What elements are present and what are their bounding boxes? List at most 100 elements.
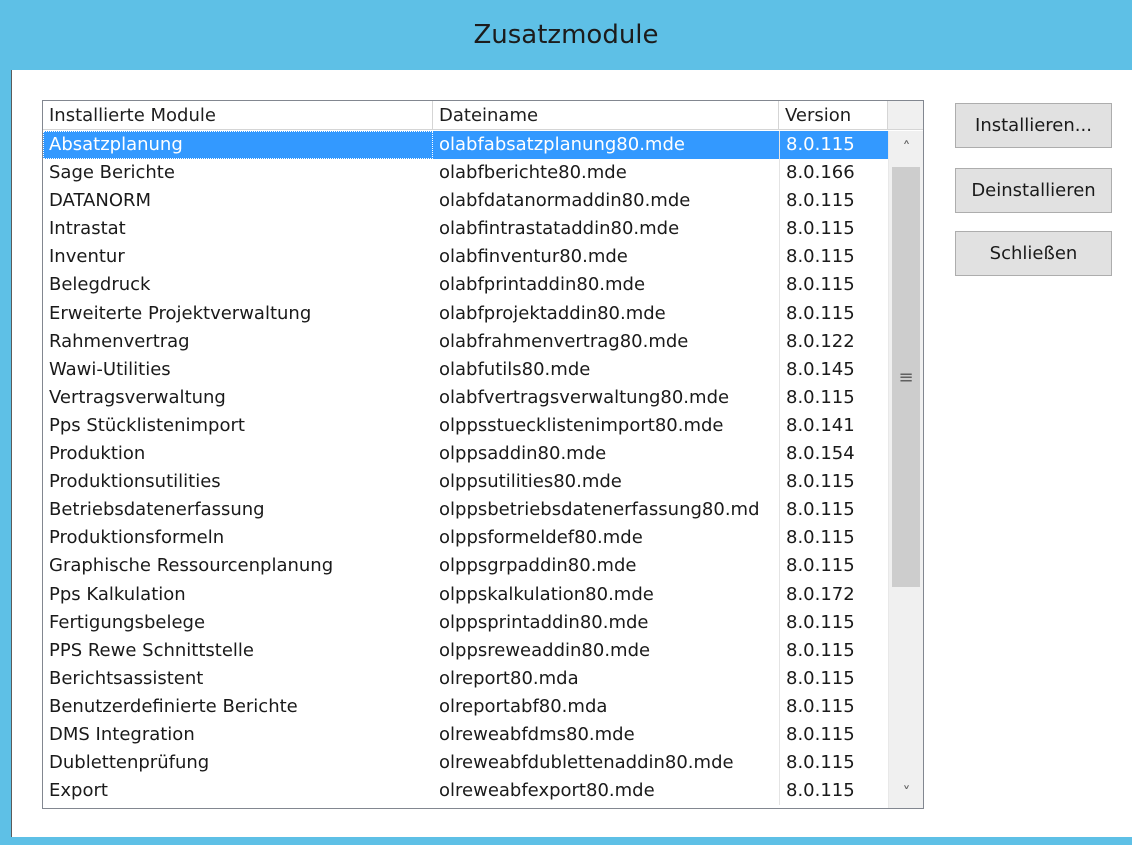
version-cell: 8.0.172 <box>779 580 888 609</box>
table-row[interactable]: Fertigungsbelege olppsprintaddin80.mde 8.0… <box>43 608 888 637</box>
module-name-cell: Pps Kalkulation <box>49 583 186 605</box>
table-row[interactable]: DATANORM olabfdatanormaddin80.mde 8.0.115 <box>43 187 888 216</box>
module-name-cell: Pps Stücklistenimport <box>49 414 245 436</box>
module-name-cell: Rahmenvertrag <box>49 330 190 352</box>
table-row[interactable]: Produktionsutilities olppsutilities80.mde… <box>43 468 888 497</box>
filename-cell: olabfdatanormaddin80.mde <box>439 190 691 212</box>
table-row[interactable]: Absatzplanung olabfabsatzplanung80.mde 8.0… <box>43 131 888 160</box>
list-header: Installierte Module Dateiname Version <box>43 101 923 131</box>
table-row[interactable]: Export olreweabfexport80.mde 8.0.115 <box>43 777 888 806</box>
dialog-client-area: Installierte Module Dateiname Version Ab… <box>11 70 1132 837</box>
filename-cell: olabfrahmenvertrag80.mde <box>439 330 689 352</box>
header-corner <box>888 101 923 130</box>
version-cell: 8.0.141 <box>779 411 888 441</box>
table-row[interactable]: Benutzerdefinierte Berichte olreportabf80… <box>43 692 888 721</box>
module-name-cell: Inventur <box>49 246 125 268</box>
list-rows: Absatzplanung olabfabsatzplanung80.mde 8.0… <box>43 131 888 806</box>
module-name-cell: Intrastat <box>49 218 126 240</box>
filename-cell: olppsreweaddin80.mde <box>439 639 651 661</box>
version-cell: 8.0.115 <box>779 215 888 244</box>
scroll-down-button[interactable]: ˅ <box>889 776 923 808</box>
module-name-cell: Erweiterte Projektverwaltung <box>49 302 312 324</box>
filename-cell: olppsformeldef80.mde <box>439 527 643 549</box>
filename-cell: olabfinventur80.mde <box>439 246 628 268</box>
version-cell: 8.0.115 <box>779 271 888 300</box>
version-cell: 8.0.145 <box>779 355 888 384</box>
scroll-up-button[interactable]: ˄ <box>889 131 923 163</box>
version-cell: 8.0.115 <box>779 524 888 553</box>
filename-cell: olabfabsatzplanung80.mde <box>439 134 685 155</box>
table-row[interactable]: Intrastat olabfintrastataddin80.mde 8.0.11… <box>43 215 888 244</box>
filename-cell: olabfprintaddin80.mde <box>439 274 646 296</box>
table-row[interactable]: Inventur olabfinventur80.mde 8.0.115 <box>43 243 888 272</box>
filename-cell: olppsaddin80.mde <box>439 443 607 465</box>
table-row[interactable]: Graphische Ressourcenplanung olppsgrpaddi… <box>43 552 888 581</box>
table-row[interactable]: Pps Stücklistenimport olppsstuecklistenim… <box>43 411 888 441</box>
install-button[interactable]: Installieren... <box>955 103 1112 148</box>
version-cell: 8.0.115 <box>779 496 888 525</box>
table-row[interactable]: Produktionsformeln olppsformeldef80.mde 8.… <box>43 524 888 553</box>
module-name-cell: Sage Berichte <box>49 162 175 184</box>
modules-list[interactable]: Installierte Module Dateiname Version Ab… <box>42 100 924 809</box>
table-row[interactable]: Dublettenprüfung olreweabfdublettenaddin8… <box>43 749 888 778</box>
chevron-up-icon: ˄ <box>902 137 911 157</box>
module-name-cell: Dublettenprüfung <box>49 752 210 774</box>
table-row[interactable]: Pps Kalkulation olppskalkulation80.mde 8.0… <box>43 580 888 609</box>
module-name-cell: Graphische Ressourcenplanung <box>49 555 334 577</box>
version-cell: 8.0.115 <box>779 243 888 272</box>
dialog-window: Zusatzmodule Installierte Module Dateina… <box>0 0 1132 845</box>
table-row[interactable]: Sage Berichte olabfberichte80.mde 8.0.166 <box>43 159 888 188</box>
table-row[interactable]: Belegdruck olabfprintaddin80.mde 8.0.115 <box>43 271 888 300</box>
uninstall-button[interactable]: Deinstallieren <box>955 168 1112 213</box>
filename-cell: olabfberichte80.mde <box>439 162 627 184</box>
table-row[interactable]: Wawi-Utilities olabfutils80.mde 8.0.145 <box>43 355 888 384</box>
module-name-cell: Wawi-Utilities <box>49 358 171 380</box>
filename-cell: olppsstuecklistenimport80.mde <box>439 414 724 436</box>
filename-cell: olreweabfdublettenaddin80.mde <box>439 752 734 774</box>
module-name-cell: Vertragsverwaltung <box>49 386 226 408</box>
table-row[interactable]: Produktion olppsaddin80.mde 8.0.154 <box>43 440 888 469</box>
table-row[interactable]: Berichtsassistent olreport80.mda 8.0.115 <box>43 664 888 693</box>
module-name-cell: Berichtsassistent <box>49 667 204 689</box>
table-row[interactable]: DMS Integration olreweabfdms80.mde 8.0.115 <box>43 720 888 750</box>
close-button[interactable]: Schließen <box>955 231 1112 276</box>
table-row[interactable]: Betriebsdatenerfassung olppsbetriebsdaten… <box>43 496 888 525</box>
version-cell: 8.0.115 <box>779 608 888 637</box>
version-cell: 8.0.115 <box>779 552 888 581</box>
module-name-cell: Produktion <box>49 443 146 465</box>
version-cell: 8.0.115 <box>779 692 888 721</box>
filename-cell: olabfvertragsverwaltung80.mde <box>439 386 730 408</box>
column-header-filename[interactable]: Dateiname <box>433 101 779 130</box>
version-cell: 8.0.115 <box>779 383 888 412</box>
column-header-version[interactable]: Version <box>779 101 888 130</box>
module-name-cell: Produktionsformeln <box>49 527 225 549</box>
version-cell: 8.0.115 <box>779 720 888 750</box>
version-cell: 8.0.122 <box>779 327 888 356</box>
window-title: Zusatzmodule <box>473 20 659 50</box>
scroll-thumb[interactable]: ≡ <box>892 167 920 587</box>
filename-cell: olppsgrpaddin80.mde <box>439 555 637 577</box>
grip-icon: ≡ <box>898 366 914 388</box>
vertical-scrollbar[interactable]: ˄ ≡ ˅ <box>888 131 923 808</box>
chevron-down-icon: ˅ <box>902 782 911 802</box>
version-cell: 8.0.166 <box>779 159 888 188</box>
module-name-cell: Export <box>49 780 108 802</box>
module-name-cell: DMS Integration <box>49 723 195 745</box>
filename-cell: olppskalkulation80.mde <box>439 583 654 605</box>
column-header-installed-modules[interactable]: Installierte Module <box>43 101 433 130</box>
module-name-cell: Belegdruck <box>49 274 151 296</box>
module-name-cell: Benutzerdefinierte Berichte <box>49 695 298 717</box>
module-name-cell: Absatzplanung <box>43 131 433 160</box>
filename-cell: olreport80.mda <box>439 667 579 689</box>
filename-cell: olabfintrastataddin80.mde <box>439 218 680 240</box>
table-row[interactable]: PPS Rewe Schnittstelle olppsreweaddin80.m… <box>43 636 888 665</box>
table-row[interactable]: Rahmenvertrag olabfrahmenvertrag80.mde 8.0… <box>43 327 888 356</box>
module-name-cell: Produktionsutilities <box>49 471 221 493</box>
table-row[interactable]: Erweiterte Projektverwaltung olabfprojekt… <box>43 299 888 328</box>
version-cell: 8.0.115 <box>779 187 888 216</box>
table-row[interactable]: Vertragsverwaltung olabfvertragsverwaltun… <box>43 383 888 412</box>
version-cell: 8.0.115 <box>779 131 888 160</box>
filename-cell: olabfprojektaddin80.mde <box>439 302 666 324</box>
filename-cell: olppsbetriebsdatenerfassung80.md <box>439 499 760 521</box>
filename-cell: olreweabfexport80.mde <box>439 780 655 802</box>
